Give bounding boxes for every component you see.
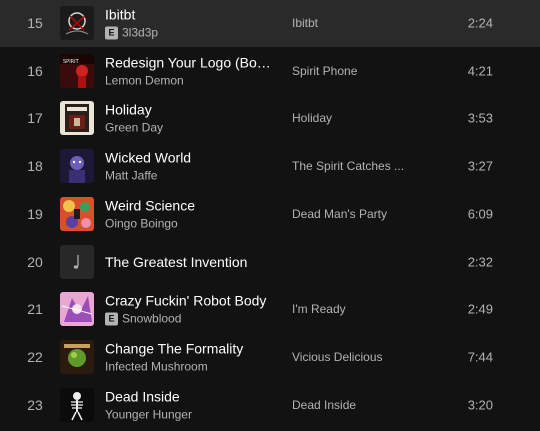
track-album[interactable]: The Spirit Catches ... [292,159,442,173]
track-info: The Greatest Invention [105,253,275,271]
track-album[interactable]: Ibitbt [292,16,442,30]
track-duration: 2:49 [467,301,493,317]
album-cover [60,149,94,183]
track-title[interactable]: Change The Formality [105,340,275,358]
track-number: 19 [27,206,43,222]
track-info: Redesign Your Logo (Bon... Lemon Demon [105,54,275,89]
track-info: Ibitbt E 3l3d3p [105,6,275,41]
artist-line: E 3l3d3p [105,26,275,41]
artist-line: Green Day [105,121,275,136]
track-duration: 4:21 [467,63,493,79]
track-number: 18 [27,158,43,174]
album-cover [60,292,94,326]
track-info: Crazy Fuckin' Robot Body E Snowblood [105,292,275,327]
artist-line: Lemon Demon [105,74,275,89]
album-cover [60,197,94,231]
track-title[interactable]: Weird Science [105,197,275,215]
track-album[interactable]: Vicious Delicious [292,350,442,364]
track-title[interactable]: Dead Inside [105,388,275,406]
track-album[interactable]: Dead Inside [292,398,442,412]
track-info: Wicked World Matt Jaffe [105,149,275,184]
track-number: 23 [27,397,43,413]
svg-text:SPIRIT: SPIRIT [63,59,80,65]
track-album[interactable]: Dead Man's Party [292,207,442,221]
track-artist[interactable]: Lemon Demon [105,74,184,89]
track-row[interactable]: 18 Wicked World Matt Jaffe The Spirit Catch… [0,142,540,190]
track-row[interactable]: 23 Dead Inside Younger Hunger Dead Inside 3:… [0,381,540,429]
track-artist[interactable]: 3l3d3p [122,26,158,41]
album-cover [60,388,94,422]
track-artist[interactable]: Matt Jaffe [105,169,157,184]
track-info: Holiday Green Day [105,101,275,136]
track-row[interactable]: 15 Ibitbt E 3l3d3p Ibitbt 2:24 [0,0,540,47]
track-row[interactable]: 19 Weird Science Oingo Boingo Dead Man's Pa… [0,190,540,238]
music-note-placeholder-icon [60,245,94,279]
track-duration: 3:53 [467,110,493,126]
artist-line: Younger Hunger [105,408,275,423]
track-title[interactable]: Crazy Fuckin' Robot Body [105,292,275,310]
track-duration: 3:27 [467,158,493,174]
track-title[interactable]: The Greatest Invention [105,253,275,271]
track-artist[interactable]: Infected Mushroom [105,360,208,375]
artist-line: Infected Mushroom [105,360,275,375]
track-duration: 2:24 [467,15,493,31]
track-duration: 7:44 [467,349,493,365]
track-info: Change The Formality Infected Mushroom [105,340,275,375]
tracklist: 15 Ibitbt E 3l3d3p Ibitbt 2:24 16 SPIRIT Redesig… [0,0,540,431]
track-row[interactable]: 21 Crazy Fuckin' Robot Body E Snowblood I'm … [0,285,540,333]
track-artist[interactable]: Younger Hunger [105,408,192,423]
track-album[interactable]: I'm Ready [292,302,442,316]
track-row[interactable]: 16 SPIRIT Redesign Your Logo (Bon... Lemon … [0,47,540,95]
track-duration: 6:09 [467,206,493,222]
track-title[interactable]: Ibitbt [105,6,275,24]
track-number: 15 [27,15,43,31]
track-artist[interactable]: Snowblood [122,312,181,327]
artist-line: Oingo Boingo [105,217,275,232]
artist-line: E Snowblood [105,312,275,327]
track-number: 16 [27,63,43,79]
track-row[interactable]: 20 The Greatest Invention 2:32 [0,238,540,286]
track-artist[interactable]: Green Day [105,121,163,136]
track-album[interactable]: Holiday [292,111,442,125]
track-number: 17 [27,110,43,126]
track-row[interactable]: 17 Holiday Green Day Holiday 3:53 [0,94,540,142]
track-album[interactable]: Spirit Phone [292,64,442,78]
album-cover [60,340,94,374]
track-info: Weird Science Oingo Boingo [105,197,275,232]
track-row[interactable]: 22 Change The Formality Infected Mushroom V… [0,333,540,381]
track-artist[interactable]: Oingo Boingo [105,217,178,232]
track-number: 20 [27,254,43,270]
explicit-badge: E [105,312,118,326]
explicit-badge: E [105,26,118,40]
track-title[interactable]: Holiday [105,101,275,119]
track-duration: 3:20 [467,397,493,413]
track-duration: 2:32 [467,254,493,270]
album-cover: SPIRIT [60,54,94,88]
track-number: 22 [27,349,43,365]
artist-line: Matt Jaffe [105,169,275,184]
track-number: 21 [27,301,43,317]
album-cover [60,101,94,135]
track-title[interactable]: Wicked World [105,149,275,167]
track-title[interactable]: Redesign Your Logo (Bon... [105,54,275,72]
album-cover [60,6,94,40]
track-info: Dead Inside Younger Hunger [105,388,275,423]
